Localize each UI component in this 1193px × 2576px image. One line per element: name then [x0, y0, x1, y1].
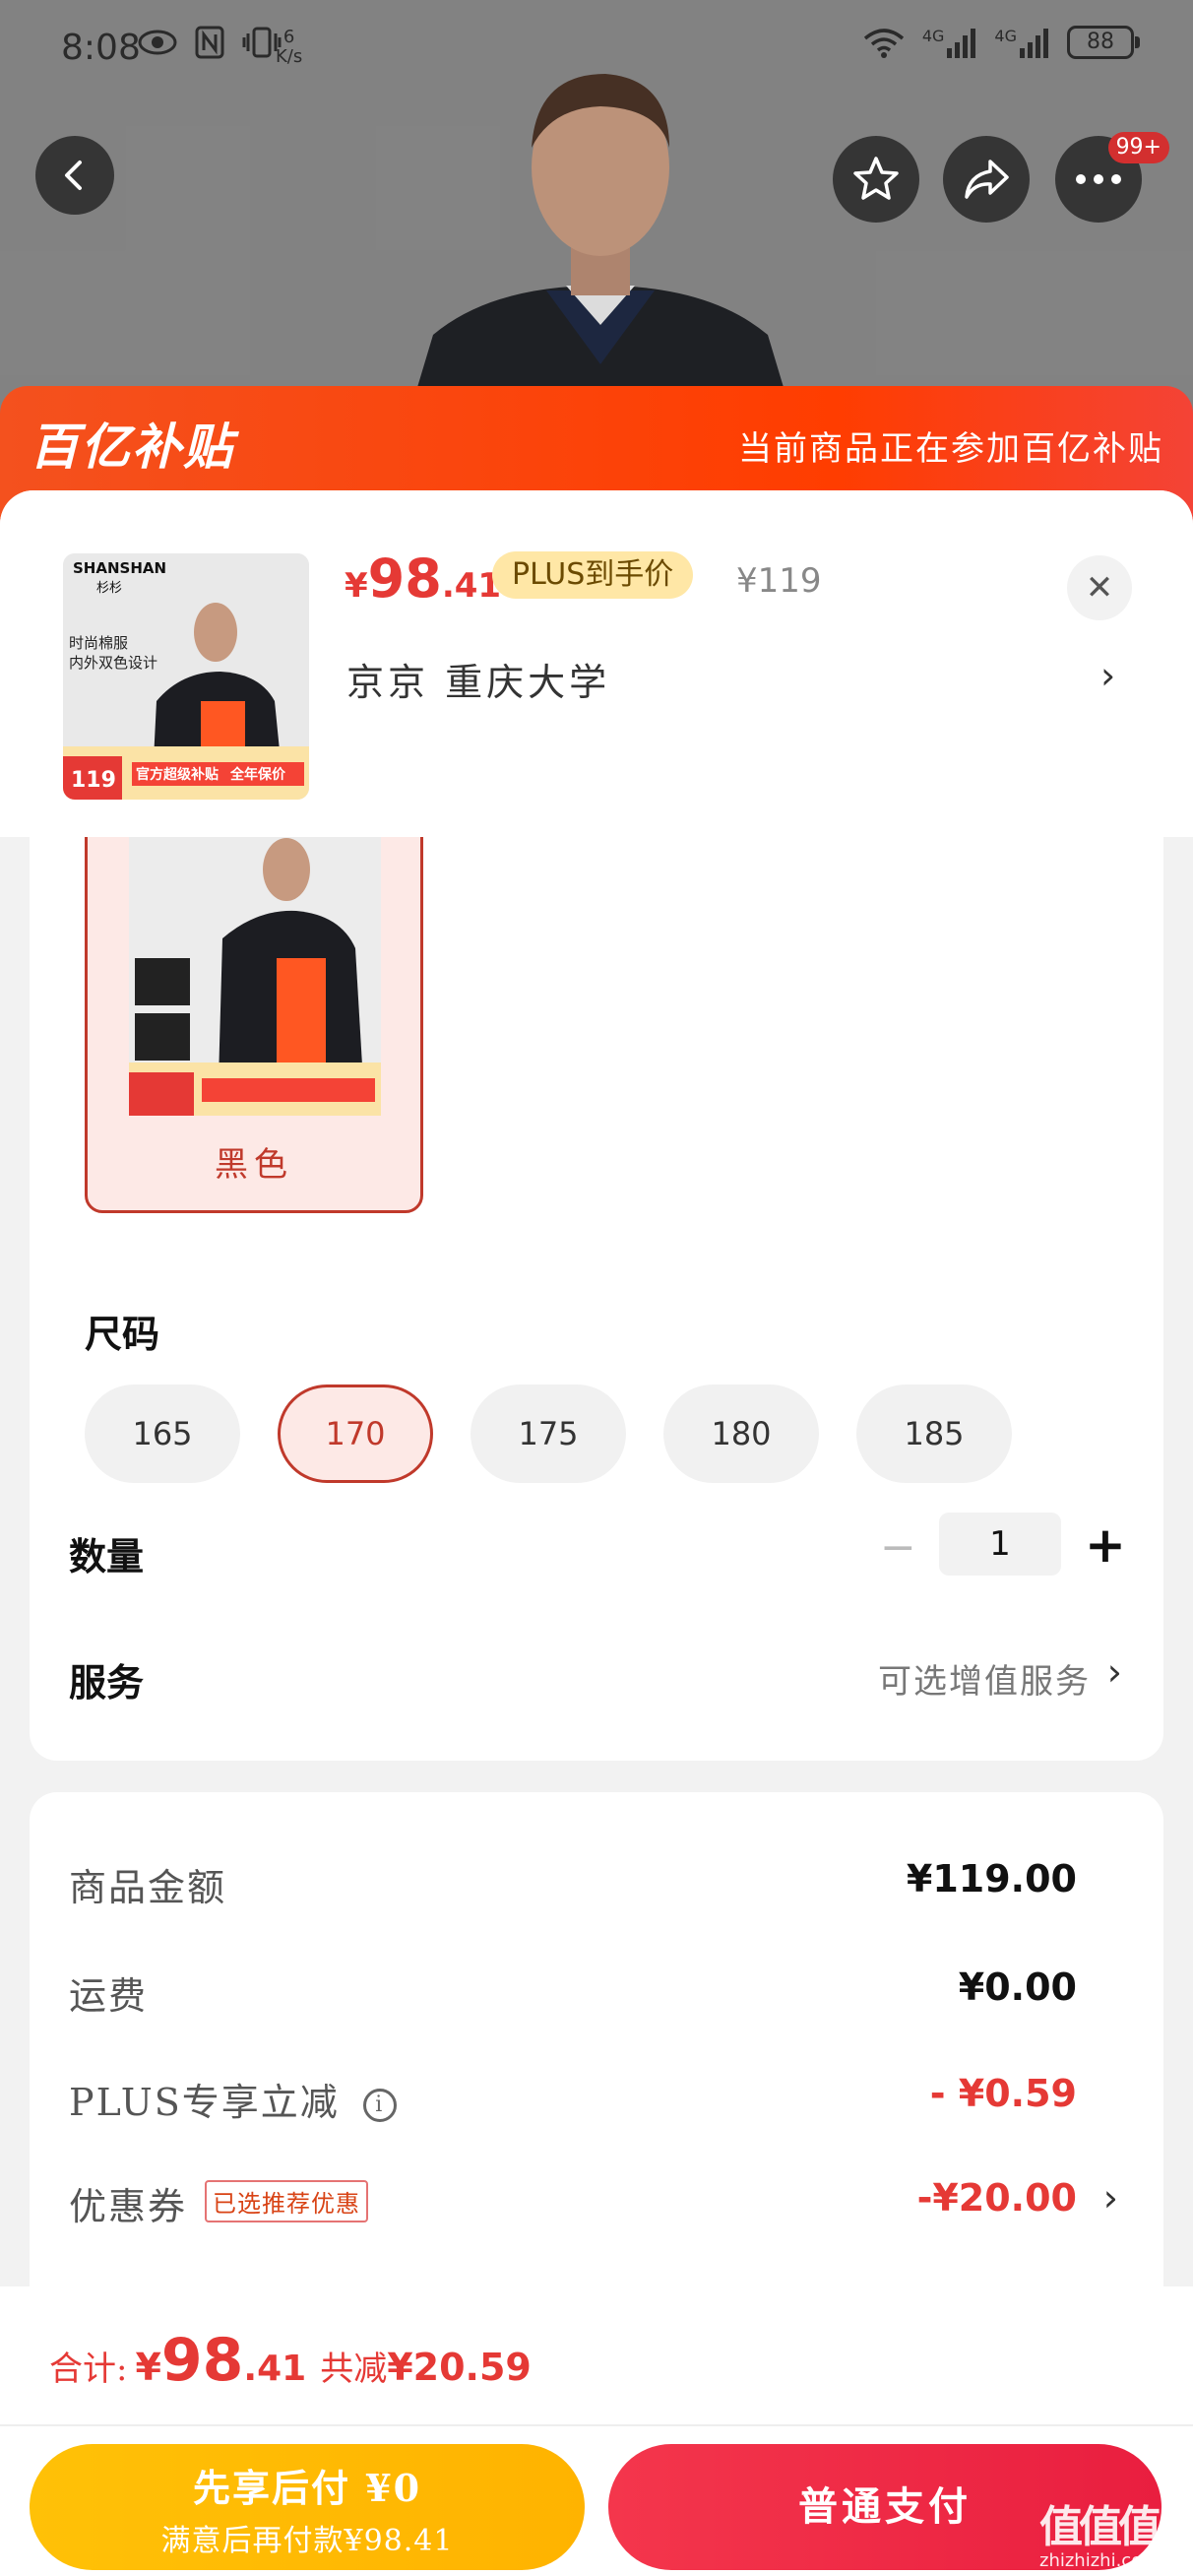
- chevron-right-icon[interactable]: ›: [1100, 654, 1115, 697]
- shipping-value: ¥0.00: [958, 1965, 1077, 2009]
- total-integer: 98: [160, 2326, 244, 2395]
- thumb-price: 119: [71, 768, 116, 793]
- wifi-icon: [863, 29, 904, 58]
- thumb-brand: SHANSHAN: [73, 559, 167, 577]
- quantity-increase-button[interactable]: +: [1085, 1520, 1126, 1570]
- color-option-black[interactable]: 黑色: [85, 837, 423, 1213]
- total-decimal: .41: [243, 2349, 307, 2389]
- coupon-selected-tag: 已选推荐优惠: [205, 2180, 369, 2222]
- site-watermark-url: zhizhizhi.com: [1039, 2550, 1160, 2571]
- close-button[interactable]: ✕: [1067, 555, 1132, 620]
- service-value[interactable]: 可选增值服务: [878, 1654, 1091, 1703]
- total-savings-value: ¥20.59: [387, 2346, 532, 2389]
- price-integer: 98: [367, 547, 442, 610]
- thumb-line-1: 时尚棉服: [69, 634, 129, 652]
- pay-later-title: 先享后付 ¥0: [192, 2466, 422, 2510]
- color-option-label: 黑色: [215, 1145, 293, 1185]
- chevron-right-icon[interactable]: ›: [1103, 2176, 1118, 2220]
- sheet-header: SHANSHAN 杉杉 时尚棉服 内外双色设计 119 官方超级补贴 全年保价 …: [0, 490, 1193, 837]
- size-option-180[interactable]: 180: [663, 1385, 819, 1483]
- size-section-title: 尺码: [85, 1312, 160, 1356]
- sale-price: ¥ 98 .41: [345, 547, 501, 610]
- site-watermark: 值值值: [1039, 2502, 1162, 2552]
- star-icon: [853, 157, 899, 200]
- signal-bars-icon: [947, 29, 976, 58]
- quantity-label: 数量: [69, 1535, 145, 1578]
- order-total: 合计: ¥ 98 .41 共减 ¥20.59: [49, 2326, 532, 2395]
- status-bar: 8:08 6 K/s 4G 4G 88: [0, 0, 1193, 98]
- quantity-input[interactable]: 1: [939, 1513, 1061, 1576]
- eye-icon: [138, 30, 177, 55]
- goods-amount-value: ¥119.00: [906, 1857, 1077, 1900]
- total-label: 合计:: [49, 2350, 128, 2389]
- favorite-button[interactable]: [833, 136, 919, 223]
- share-button[interactable]: [943, 136, 1030, 223]
- service-label: 服务: [69, 1661, 145, 1705]
- cost-breakdown: 商品金额 ¥119.00 运费 ¥0.00 PLUS专享立减 i - ¥0.59 …: [30, 1792, 1163, 2344]
- quantity-decrease-button[interactable]: −: [880, 1526, 916, 1570]
- shipping-label: 运费: [69, 1974, 149, 2018]
- price-symbol: ¥: [345, 566, 368, 606]
- cost-row-plus: PLUS专享立减 i - ¥0.59: [69, 2072, 1163, 2131]
- signal-bars-icon: [1020, 29, 1048, 58]
- coupon-label: 优惠券 已选推荐优惠: [69, 2176, 369, 2230]
- more-dots-icon: [1076, 174, 1121, 184]
- signal-1: 4G: [922, 27, 977, 58]
- network-speed: 6 K/s: [276, 28, 302, 67]
- battery-indicator: 88: [1067, 26, 1140, 59]
- size-option-175[interactable]: 175: [471, 1385, 626, 1483]
- product-thumbnail[interactable]: SHANSHAN 杉杉 时尚棉服 内外双色设计 119 官方超级补贴 全年保价: [63, 553, 309, 800]
- notification-badge: 99+: [1107, 132, 1169, 163]
- thumb-promo-1: 官方超级补贴: [136, 767, 219, 783]
- cost-row-goods: 商品金额 ¥119.00: [69, 1857, 1163, 1916]
- close-icon: ✕: [1085, 568, 1114, 608]
- pay-later-button[interactable]: 先享后付 ¥0 满意后再付款¥98.41: [30, 2444, 585, 2570]
- size-options: 165 170 175 180 185: [85, 1385, 1012, 1483]
- status-right-icons: 4G 4G 88: [863, 26, 1140, 59]
- size-option-185[interactable]: 185: [856, 1385, 1012, 1483]
- cost-row-coupon[interactable]: 优惠券 已选推荐优惠 -¥20.00 ›: [69, 2176, 1163, 2235]
- status-left-icons: [138, 26, 282, 59]
- network-type-2: 4G: [994, 27, 1017, 45]
- purchase-sheet: SHANSHAN 杉杉 时尚棉服 内外双色设计 119 官方超级补贴 全年保价 …: [0, 490, 1193, 2576]
- plus-discount-label: PLUS专享立减 i: [69, 2072, 397, 2126]
- original-price: ¥119: [736, 561, 822, 601]
- more-button[interactable]: 99+: [1055, 132, 1169, 223]
- checkout-bar: 合计: ¥ 98 .41 共减 ¥20.59 先享后付 ¥0 满意后再付款¥98…: [0, 2286, 1193, 2576]
- status-time: 8:08: [61, 28, 141, 68]
- color-option-image: [129, 837, 381, 1116]
- subsidy-message: 当前商品正在参加百亿补贴: [738, 429, 1163, 469]
- speed-value: 6: [283, 27, 295, 47]
- chevron-right-icon[interactable]: ›: [1107, 1650, 1122, 1694]
- cost-row-shipping: 运费 ¥0.00: [69, 1965, 1163, 2025]
- thumb-line-2: 内外双色设计: [69, 654, 158, 672]
- network-type-1: 4G: [921, 27, 945, 45]
- info-icon[interactable]: i: [362, 2089, 397, 2122]
- plus-discount-text: PLUS专享立减: [69, 2081, 340, 2124]
- nfc-icon: [195, 26, 224, 59]
- goods-amount-label: 商品金额: [69, 1866, 227, 1909]
- back-button[interactable]: [35, 136, 114, 215]
- divider: [0, 2424, 1193, 2426]
- total-symbol: ¥: [135, 2346, 161, 2389]
- plus-price-tag: PLUS到手价: [492, 551, 694, 599]
- speed-unit: K/s: [276, 46, 303, 67]
- coupon-value: -¥20.00: [916, 2176, 1077, 2220]
- total-savings-label: 共减: [320, 2350, 388, 2389]
- chevron-left-icon: [65, 161, 82, 190]
- size-option-170[interactable]: 170: [278, 1385, 433, 1483]
- subsidy-logo: 百亿补贴: [30, 418, 234, 476]
- spec-selector: 黑色 尺码 165 170 175 180 185 数量 − 1 + 服务 可选…: [30, 837, 1163, 1761]
- thumb-promo-2: 全年保价: [230, 767, 285, 783]
- pay-later-subtitle: 满意后再付款¥98.41: [160, 2524, 454, 2558]
- delivery-address[interactable]: 京京 重庆大学: [346, 652, 610, 706]
- size-option-165[interactable]: 165: [85, 1385, 240, 1483]
- signal-2: 4G: [994, 27, 1049, 58]
- plus-discount-value: - ¥0.59: [929, 2072, 1077, 2115]
- coupon-text: 优惠券: [69, 2185, 188, 2228]
- share-icon: [965, 160, 1009, 199]
- thumb-brand-cn: 杉杉: [96, 581, 123, 596]
